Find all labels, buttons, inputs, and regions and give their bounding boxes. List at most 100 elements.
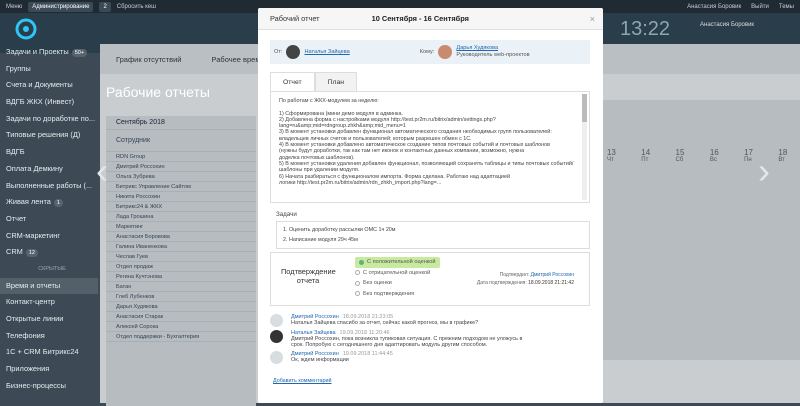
option-none[interactable]: Без оценки: [355, 278, 440, 289]
clock: 13:22: [620, 18, 671, 40]
table-row[interactable]: Чеслав Гуев: [106, 252, 256, 262]
report-dialog: Рабочий отчет 10 Сентября - 16 Сентября …: [258, 8, 603, 403]
sidebar-item[interactable]: Приложения: [0, 361, 98, 378]
sidebar-item-label: Бизнес-процессы: [6, 380, 66, 390]
sidebar-item[interactable]: Живая лента 1: [0, 194, 98, 211]
comment: Дмитрий Россохин 18.09.2018 21:23:05 Натал…: [270, 314, 590, 327]
sidebar-item[interactable]: Оплата Демкину: [0, 161, 98, 178]
sidebar-item-label: Отчет: [6, 213, 27, 223]
radio-icon: [359, 259, 364, 265]
menu-button[interactable]: Меню: [6, 4, 22, 10]
employee-table: Сентябрь 2018 Сотрудник RDN Group Дмитрий…: [106, 116, 256, 406]
sidebar-item[interactable]: Типовые решения (Д): [0, 127, 98, 144]
theme-button[interactable]: Темы: [779, 4, 794, 10]
comments: Дмитрий Россохин 18.09.2018 21:23:05 Натал…: [270, 314, 590, 367]
sidebar-item[interactable]: Телефония: [0, 328, 98, 345]
report-text: По работам с ЖКХ-модулем за неделю: 1) С…: [270, 91, 590, 203]
sidebar-item-label: СКРЫТЫЕ: [38, 265, 66, 272]
table-row[interactable]: Алексей Сорока: [106, 322, 256, 332]
sidebar-item-label: Открытые линии: [6, 314, 64, 323]
sidebar-item[interactable]: Отчет: [0, 211, 98, 228]
sidebar-item-label: Приложения: [6, 364, 50, 374]
option-unconfirmed[interactable]: Без подтверждения: [355, 289, 440, 300]
next-arrow-icon[interactable]: ›: [758, 150, 770, 192]
close-icon[interactable]: ×: [590, 14, 595, 24]
tab-plan[interactable]: План: [314, 72, 357, 92]
sidebar-item-label: Телефония: [6, 330, 45, 340]
radio-icon: [355, 291, 360, 297]
avatar[interactable]: [270, 351, 283, 364]
refresh-cache-button[interactable]: Сбросить кеш: [117, 4, 156, 10]
sidebar-item[interactable]: Бизнес-процессы: [0, 378, 98, 395]
option-negative[interactable]: С отрицательной оценкой: [355, 268, 440, 279]
report-tabs: Отчет План: [270, 72, 357, 92]
option-positive[interactable]: С положительной оценкой: [355, 257, 440, 268]
table-row[interactable]: Лада Грошина: [106, 212, 256, 222]
table-row[interactable]: Анастасия Боровова: [106, 232, 256, 242]
table-row[interactable]: Отдел поддержки - Бухгалтерия: [106, 332, 256, 342]
table-row[interactable]: Битрикс Управление Сайтом: [106, 182, 256, 192]
sidebar-item[interactable]: CRM-маркетинг: [0, 228, 98, 245]
table-row[interactable]: Ольга Зубрева: [106, 172, 256, 182]
sidebar-item[interactable]: CRM 12: [0, 244, 98, 261]
avatar[interactable]: [270, 314, 283, 327]
table-row[interactable]: Никита Россохин: [106, 192, 256, 202]
table-row[interactable]: Дарья Худякова: [106, 302, 256, 312]
sidebar-item[interactable]: Группы: [0, 61, 98, 78]
sidebar-item[interactable]: СКРЫТЫЕ: [0, 261, 98, 278]
day-column: 17 Пн: [744, 148, 753, 163]
sidebar-item-label: ВДГБ ЖКХ (Инвест): [6, 97, 75, 107]
admin-button[interactable]: Администрирование: [28, 1, 94, 12]
header-user[interactable]: Анастасия Боровик: [700, 22, 754, 28]
topbar-user-name[interactable]: Анастасия Боровик: [687, 4, 741, 10]
sidebar-item[interactable]: Задачи и Проекты 50+: [0, 44, 98, 61]
day-column: 18 Вт: [778, 148, 788, 163]
page-title: Рабочие отчеты: [106, 84, 210, 100]
sidebar-badge: 12: [25, 249, 38, 258]
confirmed-by-link[interactable]: Дмитрий Россохин: [531, 272, 574, 278]
sidebar-badge: 50+: [71, 49, 88, 57]
table-row[interactable]: Галина Иваненкова: [106, 242, 256, 252]
tab-absence[interactable]: График отсутствий: [116, 55, 181, 64]
from-label: От:: [274, 49, 283, 55]
from-name-link[interactable]: Наталья Зайцева: [304, 49, 349, 55]
avatar[interactable]: [286, 45, 301, 59]
sidebar-item[interactable]: Счета и Документы: [0, 77, 98, 94]
tab-worktime[interactable]: Рабочее время: [211, 55, 264, 64]
table-row[interactable]: Анастасия Старак: [106, 312, 256, 322]
avatar[interactable]: [438, 45, 453, 59]
sidebar-item-label: 1С + CRM Битрикс24: [6, 347, 79, 357]
tab-report[interactable]: Отчет: [270, 72, 315, 92]
table-row[interactable]: Отдел продаж: [106, 262, 256, 272]
sidebar-item[interactable]: Контакт-центр: [0, 294, 98, 311]
exit-button[interactable]: Выйти: [751, 4, 769, 10]
sidebar-item[interactable]: Выполненные работы (...: [0, 178, 98, 195]
confirm-label: Подтверждение отчета: [281, 267, 336, 285]
table-row[interactable]: RDN Group: [106, 152, 256, 162]
add-comment-link[interactable]: Добавить комментарий: [273, 378, 332, 384]
sidebar-item[interactable]: ВДГБ ЖКХ (Инвест): [0, 94, 98, 111]
table-row[interactable]: Битрикс24 & ЖКХ: [106, 202, 256, 212]
table-row[interactable]: Глеб Лубенков: [106, 292, 256, 302]
sidebar-item[interactable]: 1С + CRM Битрикс24: [0, 344, 98, 361]
table-row[interactable]: Регина Кучтэнова: [106, 272, 256, 282]
table-row[interactable]: Батан: [106, 282, 256, 292]
sidebar-item-label: Задачи по доработке по...: [6, 113, 95, 123]
sidebar-item-label: Контакт-центр: [6, 297, 55, 307]
sidebar-item[interactable]: Время и отчеты: [0, 277, 98, 295]
confirm-block: Подтверждение отчета С положительной оце…: [270, 252, 590, 306]
sidebar-item[interactable]: ВДГБ: [0, 144, 98, 161]
table-row[interactable]: Маркетинг: [106, 222, 256, 232]
avatar[interactable]: [270, 330, 283, 343]
sidebar-item-label: Счета и Документы: [6, 80, 73, 90]
prev-arrow-icon[interactable]: ‹: [96, 150, 108, 192]
sidebar-item[interactable]: Открытые линии: [0, 311, 98, 328]
counter-badge[interactable]: 2: [99, 1, 111, 12]
day-column: 14 Пт: [641, 148, 651, 163]
scrollbar[interactable]: [582, 94, 587, 200]
to-name-link[interactable]: Дарья Худякова: [456, 45, 498, 51]
table-row[interactable]: Дмитрий Россохин: [106, 162, 256, 172]
radio-icon: [355, 270, 360, 276]
logo-icon[interactable]: [10, 18, 42, 40]
sidebar-item[interactable]: Задачи по доработке по...: [0, 111, 98, 128]
